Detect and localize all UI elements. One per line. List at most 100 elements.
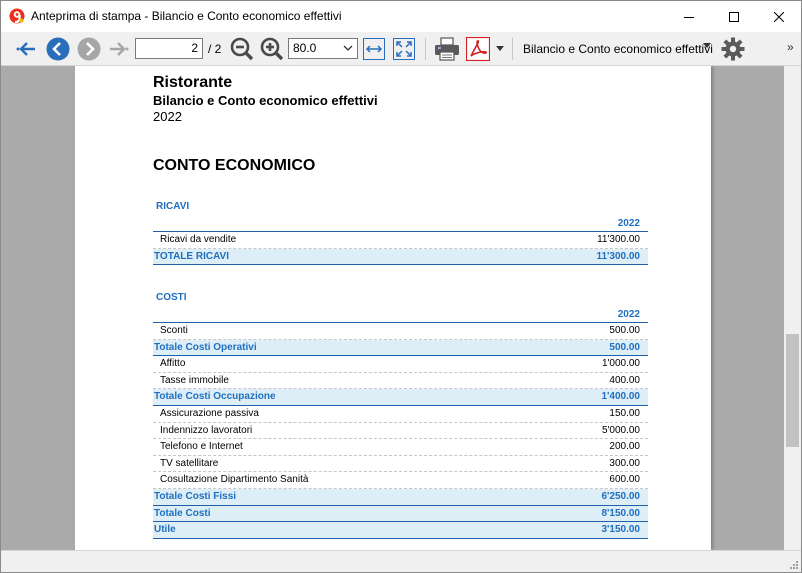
first-page-icon: [16, 42, 35, 56]
print-icon: [435, 37, 459, 61]
ricavi-table: Ricavi da vendite 11'300.00 TOTALE RICAVI 1…: [153, 231, 648, 266]
row-value: 300.00: [609, 457, 640, 469]
toolbar-overflow-icon[interactable]: »: [787, 40, 794, 54]
fit-width-button[interactable]: [361, 36, 387, 62]
row-value: 8'150.00: [601, 507, 640, 519]
table-row: Telefono e Internet 200.00: [153, 439, 648, 456]
close-icon: [774, 11, 784, 22]
report-select-value: Bilancio e Conto economico effettivi: [523, 42, 713, 56]
row-value: 600.00: [609, 474, 640, 486]
row-value: 1'400.00: [601, 391, 640, 403]
row-value: 3'150.00: [601, 524, 640, 536]
row-value: 500.00: [609, 341, 640, 353]
costi-group-label: COSTI: [156, 292, 187, 303]
last-page-icon: [110, 42, 129, 56]
fit-page-button[interactable]: [391, 36, 417, 62]
row-value: 200.00: [609, 441, 640, 453]
toolbar-separator: [425, 38, 426, 60]
zoom-select[interactable]: 80.0: [288, 38, 358, 59]
row-value: 1'000.00: [601, 358, 640, 370]
toolbar-separator: [512, 38, 513, 60]
table-total-row: Utile 3'150.00: [153, 522, 648, 539]
print-button[interactable]: [432, 36, 462, 62]
prev-page-button[interactable]: [44, 36, 72, 62]
row-label: Cosultazione Dipartimento Sanità: [160, 474, 309, 486]
maximize-button[interactable]: [711, 1, 757, 32]
table-total-row: TOTALE RICAVI 11'300.00: [153, 248, 648, 266]
next-page-icon: [77, 37, 101, 61]
settings-icon: [721, 37, 745, 61]
row-label: Totale Costi: [154, 507, 211, 519]
zoom-out-button[interactable]: [229, 36, 255, 62]
report-section-title: CONTO ECONOMICO: [153, 157, 316, 174]
page-total-label: / 2: [208, 42, 222, 56]
row-value: 500.00: [609, 325, 640, 336]
report-select[interactable]: Bilancio e Conto economico effettivi: [519, 37, 715, 61]
fit-page-icon: [393, 38, 415, 60]
row-label: Indennizzo lavoratori: [160, 424, 253, 436]
report-page: Ristorante Bilancio e Conto economico ef…: [75, 66, 711, 550]
row-label: Totale Costi Operativi: [154, 341, 257, 353]
report-year: 2022: [153, 109, 182, 124]
vertical-scrollbar[interactable]: [784, 66, 801, 550]
minimize-button[interactable]: [666, 1, 712, 32]
print-preview-window: Anteprima di stampa - Bilancio e Conto e…: [0, 0, 802, 573]
zoom-out-icon: [230, 37, 254, 61]
table-total-row: Totale Costi Fissi 6'250.00: [153, 488, 648, 506]
page-number-input[interactable]: 2: [135, 38, 203, 59]
last-page-button[interactable]: [106, 36, 132, 62]
row-value: 11'300.00: [596, 250, 640, 262]
table-total-row: Totale Costi Occupazione 1'400.00: [153, 389, 648, 406]
settings-button[interactable]: [719, 36, 747, 62]
fit-width-icon: [363, 38, 385, 60]
prev-page-icon: [46, 37, 70, 61]
row-value: 6'250.00: [601, 490, 640, 502]
row-label: Utile: [154, 524, 176, 536]
export-pdf-button[interactable]: [464, 36, 492, 62]
row-value: 11'300.00: [597, 234, 640, 245]
row-label: Assicurazione passiva: [160, 407, 259, 419]
scrollbar-thumb[interactable]: [786, 334, 799, 447]
costi-year-header: 2022: [617, 309, 640, 320]
row-label: Totale Costi Occupazione: [154, 391, 276, 403]
zoom-value: 80.0: [293, 41, 317, 55]
caret-down-icon: [703, 43, 711, 48]
table-total-row: Totale Costi 8'150.00: [153, 505, 648, 523]
ricavi-group-label: RICAVI: [156, 201, 190, 212]
table-row: Sconti 500.00: [153, 323, 648, 340]
resize-grip-icon[interactable]: [788, 559, 798, 569]
row-label: Affitto: [160, 358, 186, 370]
row-label: Totale Costi Fissi: [154, 490, 237, 502]
row-label: Telefono e Internet: [160, 441, 243, 453]
minimize-icon: [684, 16, 694, 18]
table-row: Indennizzo lavoratori 5'000.00: [153, 423, 648, 440]
title-bar: Anteprima di stampa - Bilancio e Conto e…: [1, 1, 801, 32]
close-button[interactable]: [756, 1, 802, 32]
window-title: Anteprima di stampa - Bilancio e Conto e…: [31, 9, 342, 23]
zoom-in-button[interactable]: [259, 36, 285, 62]
costi-table: Sconti 500.00 Totale Costi Operativi 500.00…: [153, 322, 648, 539]
first-page-button[interactable]: [13, 36, 39, 62]
table-row: Tasse immobile 400.00: [153, 373, 648, 390]
pdf-options-dropdown[interactable]: [493, 36, 507, 62]
preview-viewport: Ristorante Bilancio e Conto economico ef…: [1, 66, 801, 550]
table-row: Cosultazione Dipartimento Sanità 600.00: [153, 472, 648, 489]
status-bar: [1, 550, 801, 572]
table-row: Assicurazione passiva 150.00: [153, 406, 648, 423]
report-company: Ristorante: [153, 74, 233, 91]
table-row: Affitto 1'000.00: [153, 356, 648, 373]
next-page-button[interactable]: [75, 36, 103, 62]
table-row: TV satellitare 300.00: [153, 456, 648, 473]
ricavi-year-header: 2022: [617, 218, 640, 229]
maximize-icon: [729, 11, 739, 22]
row-value: 5'000.00: [601, 424, 640, 436]
app-logo-icon: [9, 8, 25, 24]
row-label: TV satellitare: [160, 457, 219, 469]
row-label: TOTALE RICAVI: [154, 250, 229, 262]
table-row: Ricavi da vendite 11'300.00: [153, 232, 648, 249]
row-value: 150.00: [609, 407, 640, 419]
toolbar: 2 / 2 80.0 Bilancio e Conto economico ef…: [1, 32, 801, 66]
row-value: 400.00: [609, 374, 640, 386]
pdf-icon: [466, 37, 490, 61]
table-total-row: Totale Costi Operativi 500.00: [153, 339, 648, 357]
